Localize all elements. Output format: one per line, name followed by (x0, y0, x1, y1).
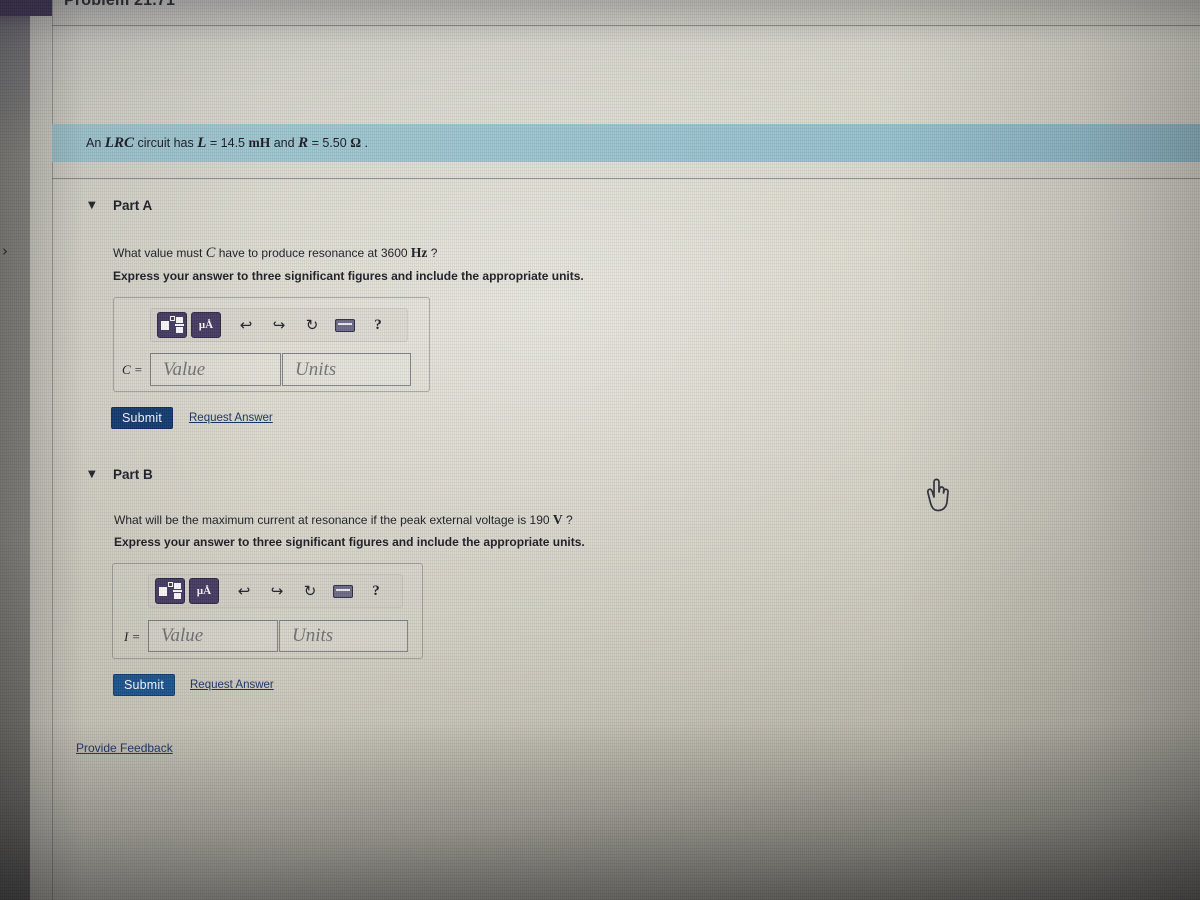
part-a-value-placeholder: Value (163, 358, 206, 380)
stmt-L-value: 14.5 (220, 136, 246, 150)
stmt-circuit-has: circuit has (137, 136, 194, 150)
part-a-units-placeholder: Units (295, 358, 337, 380)
part-b-question: What will be the maximum current at reso… (114, 512, 573, 528)
part-a-variable-label: C = (122, 362, 143, 377)
stmt-R-symbol: R (298, 135, 309, 151)
stmt-an: An (86, 136, 102, 150)
part-b-math-template-button[interactable] (155, 578, 185, 604)
part-b-keyboard-icon[interactable] (330, 578, 356, 604)
part-b-heading[interactable]: Part B (113, 467, 153, 482)
part-a-keyboard-icon[interactable] (332, 312, 358, 338)
qa-post: ? (430, 246, 438, 260)
qb-post: ? (566, 513, 573, 527)
part-b-instruction: Express your answer to three significant… (114, 535, 585, 549)
part-b-units-input[interactable]: Units (279, 620, 408, 652)
part-a-redo-icon[interactable]: ↪ (266, 312, 292, 338)
part-b-request-answer-link[interactable]: Request Answer (190, 679, 274, 691)
part-a-math-template-button[interactable] (157, 312, 187, 338)
stmt-R-value: 5.50 (322, 136, 347, 150)
part-a-units-input[interactable]: Units (282, 353, 411, 386)
part-b-toolbar: μÅ ↩ ↪ ↻ ? (148, 574, 403, 608)
part-b-units-placeholder: Units (292, 625, 334, 646)
stmt-period: . (364, 136, 368, 150)
math-template-icon (161, 316, 184, 334)
stmt-L-symbol: L (197, 135, 207, 151)
stmt-and: and (273, 136, 295, 150)
qa-mid: have to produce resonance at (218, 246, 378, 260)
part-a-undo-icon[interactable]: ↩ (233, 312, 259, 338)
problem-statement-text: An LRC circuit has L = 14.5 mH and R = 5… (86, 135, 368, 152)
page-content: Problem 21.71 An LRC circuit has L = 14.… (0, 0, 1200, 900)
page-title: Problem 21.71 (64, 0, 176, 9)
stmt-eq2: = (311, 136, 319, 150)
part-b-undo-icon[interactable]: ↩ (231, 578, 257, 604)
qb-unit: V (552, 512, 563, 527)
part-a-submit-button[interactable]: Submit (111, 407, 173, 429)
screen-photo: › Problem 21.71 An LRC circuit has L = 1… (0, 0, 1200, 900)
divider-below-banner (52, 178, 1200, 179)
part-b-reset-icon[interactable]: ↻ (297, 578, 323, 604)
part-b-units-button[interactable]: μÅ (189, 578, 219, 604)
stmt-L-unit: mH (248, 135, 271, 150)
qa-value: 3600 (380, 246, 408, 260)
qa-unit: Hz (410, 245, 428, 260)
provide-feedback-link[interactable]: Provide Feedback (76, 741, 173, 755)
part-a-help-icon[interactable]: ? (365, 312, 391, 338)
mouse-cursor-pointing-hand-icon (926, 478, 949, 512)
part-b-variable-label: I = (124, 629, 141, 644)
part-a-request-answer-link[interactable]: Request Answer (189, 412, 273, 424)
divider-top (52, 25, 1200, 26)
qa-var: C (205, 245, 216, 261)
part-b-submit-button[interactable]: Submit (113, 674, 175, 696)
part-b-value-input[interactable]: Value (148, 620, 278, 652)
part-b-redo-icon[interactable]: ↪ (264, 578, 290, 604)
part-a-instruction: Express your answer to three significant… (113, 269, 584, 283)
qa-pre: What value must (113, 246, 203, 260)
part-a-heading[interactable]: Part A (113, 198, 152, 213)
stmt-lrc: LRC (104, 135, 134, 151)
qb-pre: What will be the maximum current at reso… (114, 513, 527, 527)
part-b-value-placeholder: Value (161, 625, 204, 646)
stmt-eq1: = (209, 136, 218, 150)
part-a-units-button[interactable]: μÅ (191, 312, 221, 338)
part-a-reset-icon[interactable]: ↻ (299, 312, 325, 338)
part-b-collapse-caret-icon[interactable]: ▼ (88, 469, 96, 480)
part-b-help-icon[interactable]: ? (363, 578, 389, 604)
stmt-R-unit: Ω (350, 135, 362, 150)
qb-value: 190 (529, 513, 550, 527)
part-a-toolbar: μÅ ↩ ↪ ↻ ? (150, 308, 408, 342)
part-a-value-input[interactable]: Value (150, 353, 281, 386)
part-a-collapse-caret-icon[interactable]: ▼ (88, 200, 96, 211)
part-a-question: What value must C have to produce resona… (113, 245, 437, 262)
math-template-icon (159, 582, 182, 600)
